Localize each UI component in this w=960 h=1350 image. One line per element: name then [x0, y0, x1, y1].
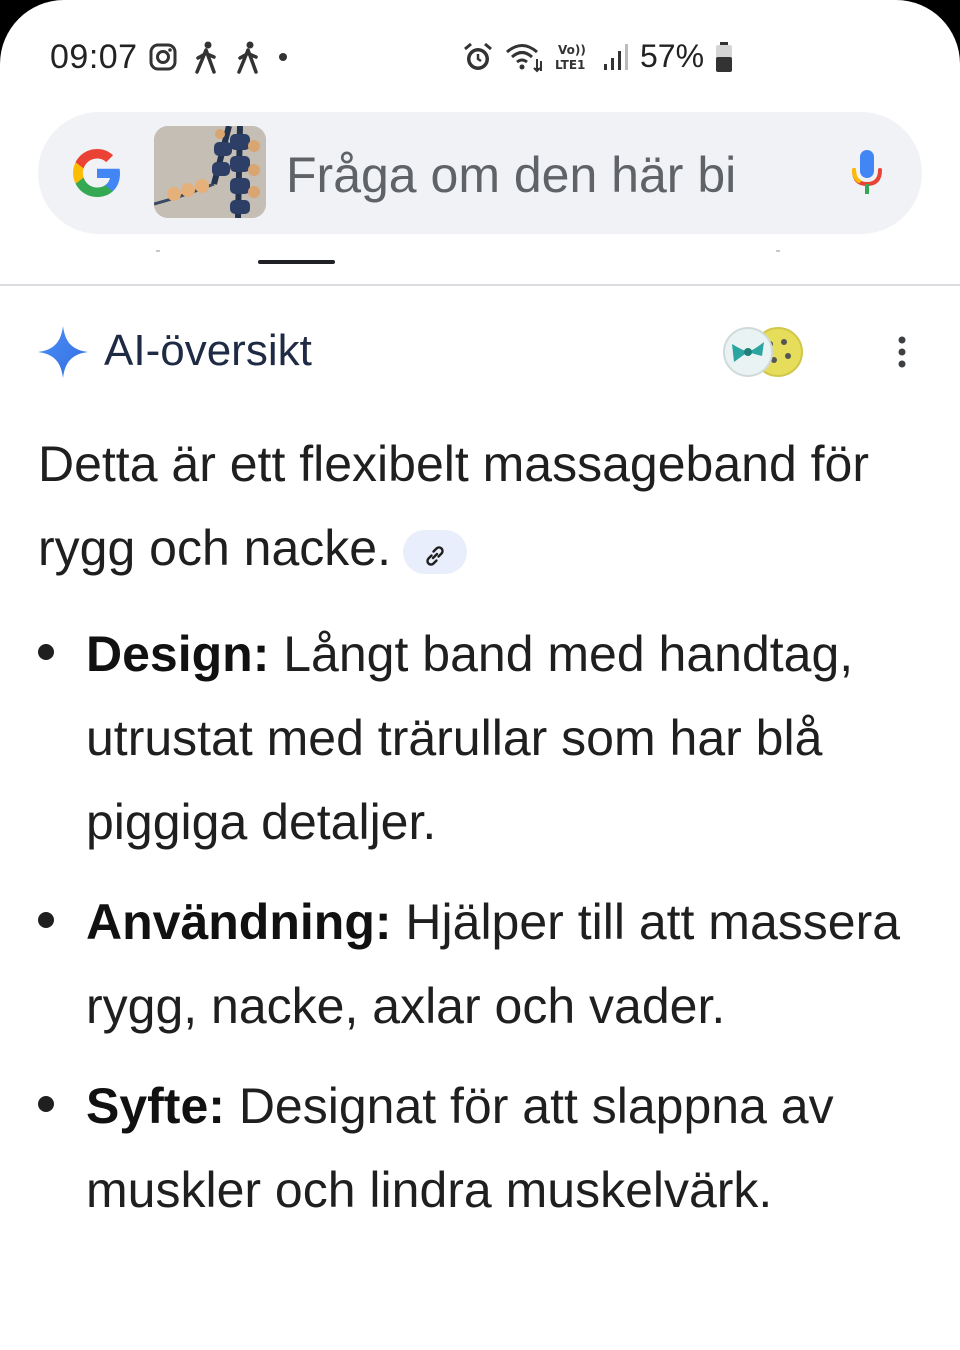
more-options-icon[interactable] [890, 334, 914, 374]
bullet-marker [38, 644, 54, 660]
query-image-thumbnail[interactable] [154, 126, 266, 218]
system-icons: Vo)) LTE1 57% [462, 38, 734, 75]
ai-overview-title: AI-översikt [104, 326, 312, 375]
bullet-marker [38, 912, 54, 928]
ai-overview-header: AI-översikt [38, 322, 922, 386]
google-g-icon[interactable] [70, 146, 124, 200]
search-bar[interactable]: Fråga om den här bi [38, 112, 922, 234]
phone-screen: 09:07 Vo)) LTE1 57% Fråga om den här bi … [0, 0, 960, 1350]
tab-separator [776, 250, 780, 252]
source-favicons[interactable] [722, 326, 804, 378]
status-bar: 09:07 Vo)) LTE1 57% [0, 0, 960, 110]
ai-overview-intro: Detta är ett flexibelt massageband för r… [38, 422, 918, 590]
tab-separator [156, 250, 160, 252]
battery-icon [714, 41, 734, 73]
source-link-button[interactable] [402, 529, 467, 574]
bullet-marker [38, 1096, 54, 1112]
battery-percent: 57% [640, 38, 705, 74]
alarm-icon [462, 41, 494, 73]
mic-icon[interactable] [850, 148, 884, 198]
list-item: Design: Långt band med handtag, utrustat… [38, 612, 938, 864]
signal-icon [602, 42, 630, 72]
wifi-icon [504, 41, 544, 73]
search-tabs [0, 236, 960, 286]
list-item: Användning: Hjälper till att massera ryg… [38, 880, 938, 1048]
svg-text:Vo)): Vo)) [558, 43, 586, 57]
notification-icons [148, 40, 290, 74]
volte-icon: Vo)) LTE1 [554, 41, 592, 73]
sparkle-icon [38, 326, 88, 378]
status-time: 09:07 [50, 38, 138, 76]
bullet-label: Syfte: [86, 1078, 225, 1134]
svg-text:LTE1: LTE1 [555, 58, 585, 72]
walking-icon [234, 40, 262, 74]
walking-icon [192, 40, 220, 74]
ai-overview-bullets: Design: Långt band med handtag, utrustat… [38, 612, 938, 1248]
bullet-label: Användning: [86, 894, 392, 950]
active-tab-indicator[interactable] [258, 260, 335, 264]
bullet-label: Design: [86, 626, 270, 682]
instagram-icon [148, 42, 178, 72]
list-item: Syfte: Designat för att slappna av muskl… [38, 1064, 938, 1232]
link-icon [422, 510, 448, 594]
more-notifications-dot [276, 50, 290, 64]
search-input[interactable]: Fråga om den här bi [286, 146, 816, 204]
